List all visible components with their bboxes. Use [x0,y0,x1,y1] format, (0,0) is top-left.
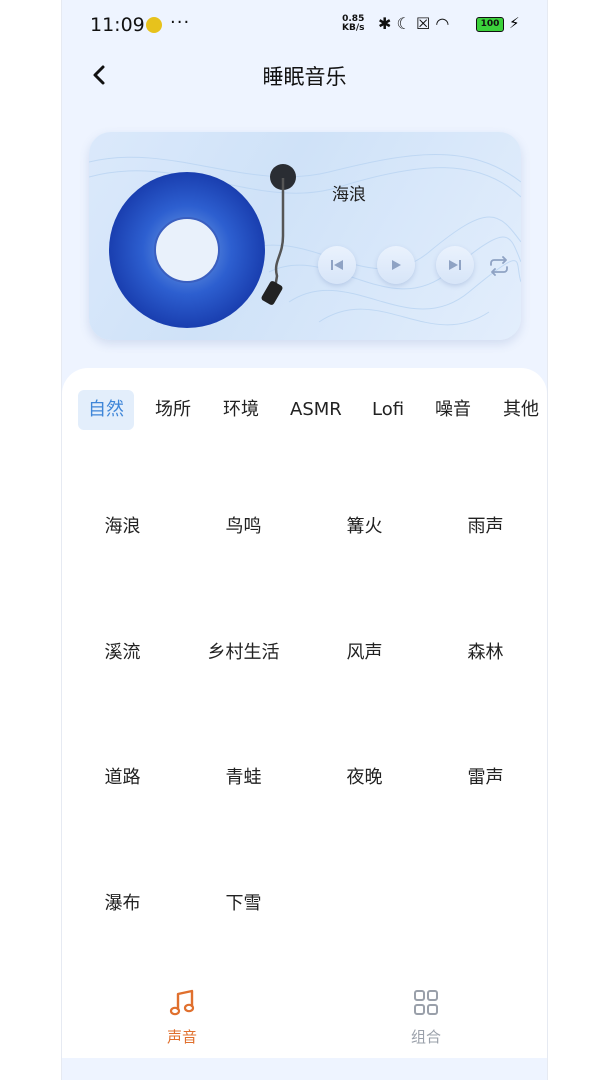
status-time: 11:09 [90,14,145,36]
sound-item[interactable]: 道路 [62,763,183,789]
tonearm [273,178,285,289]
more-notifications-icon: ··· [170,12,191,33]
sound-item[interactable]: 青蛙 [183,763,304,789]
player-card: 海浪 [89,132,521,340]
tab-places[interactable]: 场所 [155,390,191,430]
music-note-icon [122,988,242,1022]
play-icon [392,260,401,270]
next-icon [449,260,461,270]
sound-item[interactable]: 篝火 [304,512,425,538]
status-bar: 11:09 ··· 0.85 KB/s ✱ ☾ ☒ ◠ 100 ⚡ [62,0,547,50]
grid-icon [366,988,486,1022]
sound-item[interactable]: 雷声 [425,763,546,789]
charging-icon: ⚡ [509,14,520,32]
bottom-nav: 声音 组合 [62,980,547,1060]
nav-combination-label: 组合 [410,1028,441,1046]
moon-icon: ☾ [396,14,411,33]
tab-nature[interactable]: 自然 [78,390,134,430]
page-title: 睡眠音乐 [262,65,347,89]
tab-asmr[interactable]: ASMR [290,390,342,430]
sound-item[interactable]: 雨声 [425,512,546,538]
app-screen: 11:09 ··· 0.85 KB/s ✱ ☾ ☒ ◠ 100 ⚡ 睡眠音乐 海… [61,0,548,1080]
content-panel: 自然 场所 环境 ASMR Lofi 噪音 其他 海浪 鸟鸣 篝火 雨声 溪流 … [62,368,547,1080]
sound-item[interactable]: 海浪 [62,512,183,538]
sim-off-icon: ☒ [415,14,431,33]
vinyl-disc [109,172,265,328]
bluetooth-icon: ✱ [378,14,392,33]
previous-icon [331,260,343,270]
repeat-button[interactable] [487,256,511,281]
sound-item[interactable]: 瀑布 [62,889,183,915]
next-button[interactable] [436,246,474,284]
sound-item[interactable]: 夜晚 [304,763,425,789]
sound-item[interactable]: 溪流 [62,638,183,664]
previous-button[interactable] [318,246,356,284]
tab-noise[interactable]: 噪音 [435,390,471,430]
sound-item[interactable]: 鸟鸣 [183,512,304,538]
sound-item[interactable]: 风声 [304,638,425,664]
header: 睡眠音乐 [62,50,547,104]
speed-unit: KB/s [342,23,365,33]
disc-center [154,217,220,283]
nav-combination[interactable]: 组合 [366,988,486,1047]
tab-environment[interactable]: 环境 [223,390,259,430]
gesture-area [62,1058,547,1080]
nav-sounds[interactable]: 声音 [122,988,242,1047]
repeat-icon [490,256,508,276]
battery-icon: 100 [476,17,504,32]
track-name: 海浪 [332,185,366,205]
tab-other[interactable]: 其他 [503,390,539,430]
tab-lofi[interactable]: Lofi [372,390,404,430]
nav-sounds-label: 声音 [166,1028,197,1046]
play-button[interactable] [377,246,415,284]
network-speed: 0.85 KB/s [342,15,364,33]
sound-item[interactable]: 森林 [425,638,546,664]
category-tabs: 自然 场所 环境 ASMR Lofi 噪音 其他 [78,390,547,430]
status-icons: ✱ ☾ ☒ ◠ [378,14,449,33]
sound-item[interactable]: 下雪 [183,889,304,915]
app-notification-icon [146,17,162,33]
wifi-icon: ◠ [435,14,450,33]
sound-item[interactable]: 乡村生活 [183,638,304,664]
